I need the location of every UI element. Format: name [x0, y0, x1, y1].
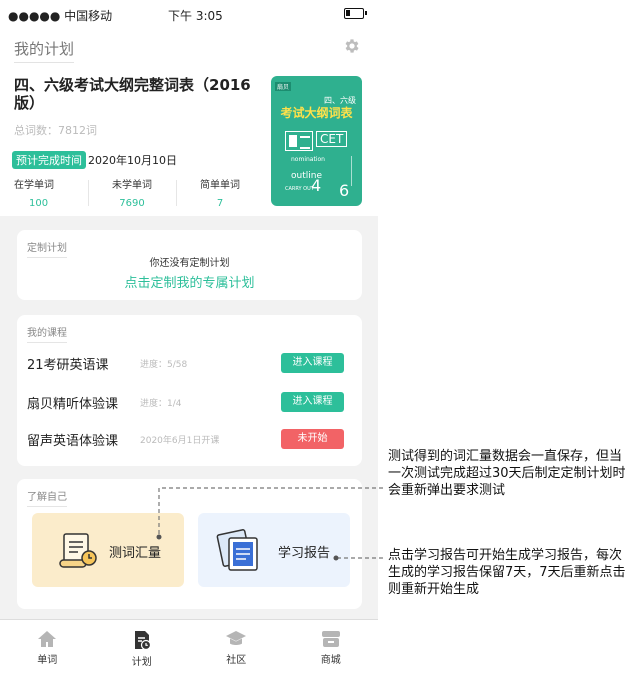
annotation-vocab-test: 测试得到的词汇量数据会一直保存，但当一次测试完成超过30天后制定定制计划时会重新…: [388, 449, 626, 498]
my-courses-card: 我的课程 21考研英语课 进度：5/58 进入课程 扇贝精听体验课 进度：1/4…: [17, 315, 362, 466]
tab-label: 单词: [37, 655, 58, 666]
cover-number: 6: [339, 181, 350, 200]
stat-value: 100: [29, 198, 49, 209]
phone-screen: ●●●●● 中国移动 下午 3:05 我的计划 四、六级考试大纲完整词表（201…: [0, 0, 378, 673]
stat-learning[interactable]: 在学单词 100: [0, 176, 88, 212]
word-stats: 在学单词 100 未学单词 7690 简单单词 7: [0, 176, 265, 212]
annotation-report: 点击学习报告可开始生成学习报告，每次生成的学习报告保留7天，7天后重新点击则重新…: [388, 548, 626, 597]
graduation-cap-icon: [226, 631, 247, 645]
course-name: 扇贝精听体验课: [27, 397, 119, 412]
home-icon: [38, 631, 57, 647]
stat-label: 简单单词: [200, 180, 240, 191]
shop-icon: [321, 631, 340, 647]
scroll-clock-icon: [59, 533, 97, 568]
tab-shop[interactable]: 商城: [284, 620, 379, 673]
stat-label: 未学单词: [112, 180, 152, 191]
cover-tag: CET: [316, 131, 348, 147]
study-report-tile[interactable]: 学习报告: [198, 513, 350, 587]
book-title: 四、六级考试大纲完整词表（2016版）: [14, 76, 251, 112]
cover-divider: [351, 156, 352, 186]
enter-course-button[interactable]: 进入课程: [281, 353, 344, 373]
know-yourself-card: 了解自己 测词汇量 学习报告: [17, 479, 362, 609]
battery-icon: [344, 8, 367, 19]
finish-date: 2020年10月10日: [88, 154, 177, 167]
book-cover[interactable]: 扇贝 四、六级 考试大纲词表 CET nomination outline CA…: [271, 76, 362, 206]
tab-label: 计划: [131, 657, 152, 668]
tile-label: 学习报告: [278, 546, 331, 561]
clock: 下午 3:05: [168, 9, 223, 23]
course-name: 留声英语体验课: [27, 434, 119, 449]
course-progress: 进度：1/4: [140, 399, 182, 409]
custom-plan-card: 定制计划 你还没有定制计划 点击定制我的专属计划: [17, 230, 362, 300]
page-title: 我的计划: [14, 38, 75, 63]
stat-value: 7690: [119, 198, 145, 209]
book-panel: 我的计划 四、六级考试大纲完整词表（2016版） 总词数：7812词 预计完成时…: [0, 28, 378, 216]
word-count: 总词数：7812词: [14, 124, 97, 137]
course-progress: 2020年6月1日开课: [140, 436, 220, 446]
plan-icon: [134, 631, 151, 650]
tile-label: 测词汇量: [109, 546, 162, 561]
no-plan-text: 你还没有定制计划: [149, 258, 230, 269]
stat-label: 在学单词: [14, 180, 54, 191]
cover-word: CARRY OUT: [285, 186, 314, 192]
course-name: 21考研英语课: [27, 358, 109, 373]
course-row: 扇贝精听体验课 进度：1/4 进入课程: [27, 392, 354, 412]
cover-brand: 扇贝: [275, 82, 292, 91]
report-icon: [216, 529, 258, 571]
course-row: 留声英语体验课 2020年6月1日开课 未开始: [27, 429, 354, 449]
enter-course-button[interactable]: 进入课程: [281, 392, 344, 412]
tab-label: 商城: [320, 655, 341, 666]
stat-value: 7: [216, 198, 224, 209]
cover-title: 考试大纲词表: [280, 106, 353, 120]
vocab-test-tile[interactable]: 测词汇量: [32, 513, 184, 587]
finish-time-badge: 预计完成时间: [12, 151, 86, 169]
course-row: 21考研英语课 进度：5/58 进入课程: [27, 353, 354, 373]
tab-bar: 单词 计划 社区 商城: [0, 619, 378, 673]
stat-unlearned[interactable]: 未学单词 7690: [88, 176, 176, 212]
stat-simple[interactable]: 简单单词 7: [176, 176, 264, 212]
cover-word: nomination: [291, 156, 325, 163]
tab-label: 社区: [226, 655, 247, 666]
course-progress: 进度：5/58: [140, 360, 188, 370]
carrier: ●●●●● 中国移动: [8, 9, 113, 23]
tab-plan[interactable]: 计划: [95, 620, 190, 673]
document-icon: [285, 131, 313, 151]
tab-words[interactable]: 单词: [0, 620, 95, 673]
cover-number: 4: [311, 176, 322, 195]
gear-icon[interactable]: [343, 37, 361, 55]
status-bar: ●●●●● 中国移动 下午 3:05: [0, 0, 378, 28]
card-title: 我的课程: [27, 324, 67, 343]
not-started-button[interactable]: 未开始: [281, 429, 344, 449]
card-title: 了解自己: [27, 488, 67, 507]
create-plan-link[interactable]: 点击定制我的专属计划: [17, 272, 362, 291]
tab-community[interactable]: 社区: [189, 620, 284, 673]
